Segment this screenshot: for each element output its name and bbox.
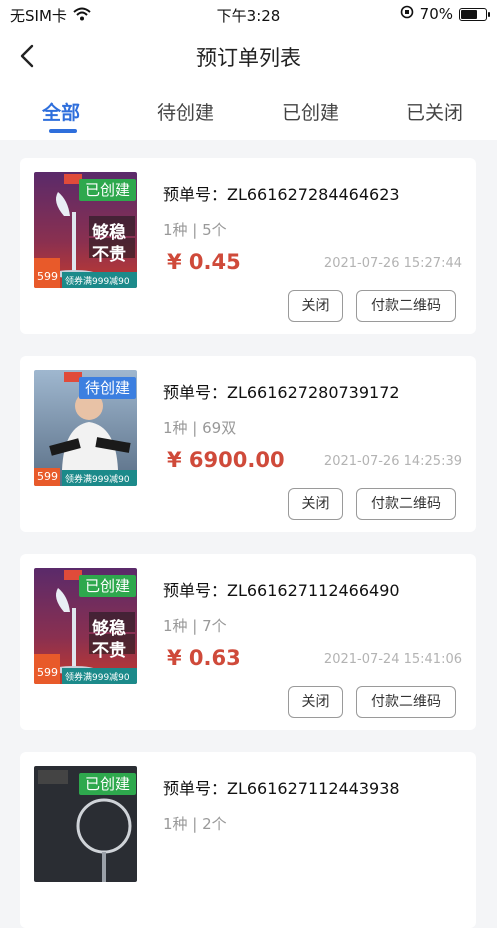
order-card[interactable]: 够稳 不贵 599 领券满999减90 已创建 预单号：ZL6616271124…	[20, 554, 476, 730]
thumb-coupon: 领券满999减90	[65, 475, 130, 485]
battery-percent: 70%	[419, 5, 453, 23]
product-thumbnail: 599 领券满999减90 待创建	[34, 370, 137, 486]
order-quantity: 1种 | 69双	[163, 419, 237, 437]
thumb-slogan-2: 不贵	[92, 641, 126, 661]
close-button[interactable]: 关闭	[288, 290, 343, 322]
status-badge: 已创建	[79, 179, 137, 201]
status-badge: 已创建	[79, 773, 137, 795]
close-button[interactable]: 关闭	[288, 488, 343, 520]
order-quantity: 1种 | 2个	[163, 815, 227, 833]
order-card[interactable]: 够稳 不贵 599 领券满999减90 已创建 预单号：ZL6616272844…	[20, 158, 476, 334]
order-card[interactable]: 599 领券满999减90 待创建 预单号：ZL661627280739172 …	[20, 356, 476, 532]
close-button[interactable]: 关闭	[288, 686, 343, 718]
product-thumbnail: 够稳 不贵 599 领券满999减90 已创建	[34, 172, 137, 288]
order-price: ¥ 6900.00	[167, 448, 285, 472]
thumb-slogan-2: 不贵	[92, 245, 126, 265]
payment-qr-button[interactable]: 付款二维码	[356, 290, 456, 322]
thumb-coupon: 领券满999减90	[65, 673, 130, 683]
order-date: 2021-07-26 14:25:39	[323, 454, 462, 469]
order-number: 预单号：ZL661627284464623	[163, 185, 400, 204]
battery-icon	[459, 7, 490, 21]
status-bar: 无SIM卡 下午3:28 70%	[0, 0, 497, 30]
order-price: ¥ 0.45	[167, 250, 241, 274]
tab-closed[interactable]: 已关闭	[406, 98, 463, 125]
payment-qr-button[interactable]: 付款二维码	[356, 488, 456, 520]
order-card[interactable]: 已创建 预单号：ZL661627112443938 1种 | 2个	[20, 752, 476, 928]
product-thumbnail: 已创建	[34, 766, 137, 882]
status-badge: 待创建	[79, 377, 137, 399]
thumb-price: 599	[37, 470, 58, 483]
order-number: 预单号：ZL661627280739172	[163, 383, 400, 402]
order-date: 2021-07-26 15:27:44	[323, 256, 462, 271]
payment-qr-button[interactable]: 付款二维码	[356, 686, 456, 718]
order-quantity: 1种 | 5个	[163, 221, 227, 239]
tab-created[interactable]: 已创建	[282, 98, 339, 125]
order-date: 2021-07-24 15:41:06	[323, 652, 462, 667]
nav-bar: 预订单列表	[0, 30, 497, 82]
thumb-coupon: 领券满999减90	[65, 277, 130, 287]
tab-pending[interactable]: 待创建	[157, 98, 214, 125]
thumb-price: 599	[37, 666, 58, 679]
product-thumbnail: 够稳 不贵 599 领券满999减90 已创建	[34, 568, 137, 684]
status-badge: 已创建	[79, 575, 137, 597]
order-number: 预单号：ZL661627112466490	[163, 581, 400, 600]
order-price: ¥ 0.63	[167, 646, 241, 670]
thumb-price: 599	[37, 270, 58, 283]
page-title: 预订单列表	[196, 46, 301, 70]
tab-all[interactable]: 全部	[42, 98, 80, 125]
order-number: 预单号：ZL661627112443938	[163, 779, 400, 798]
active-tab-indicator	[49, 129, 77, 133]
orientation-lock-icon	[400, 5, 414, 23]
order-quantity: 1种 | 7个	[163, 617, 227, 635]
tab-bar: 全部 待创建 已创建 已关闭	[0, 82, 497, 140]
